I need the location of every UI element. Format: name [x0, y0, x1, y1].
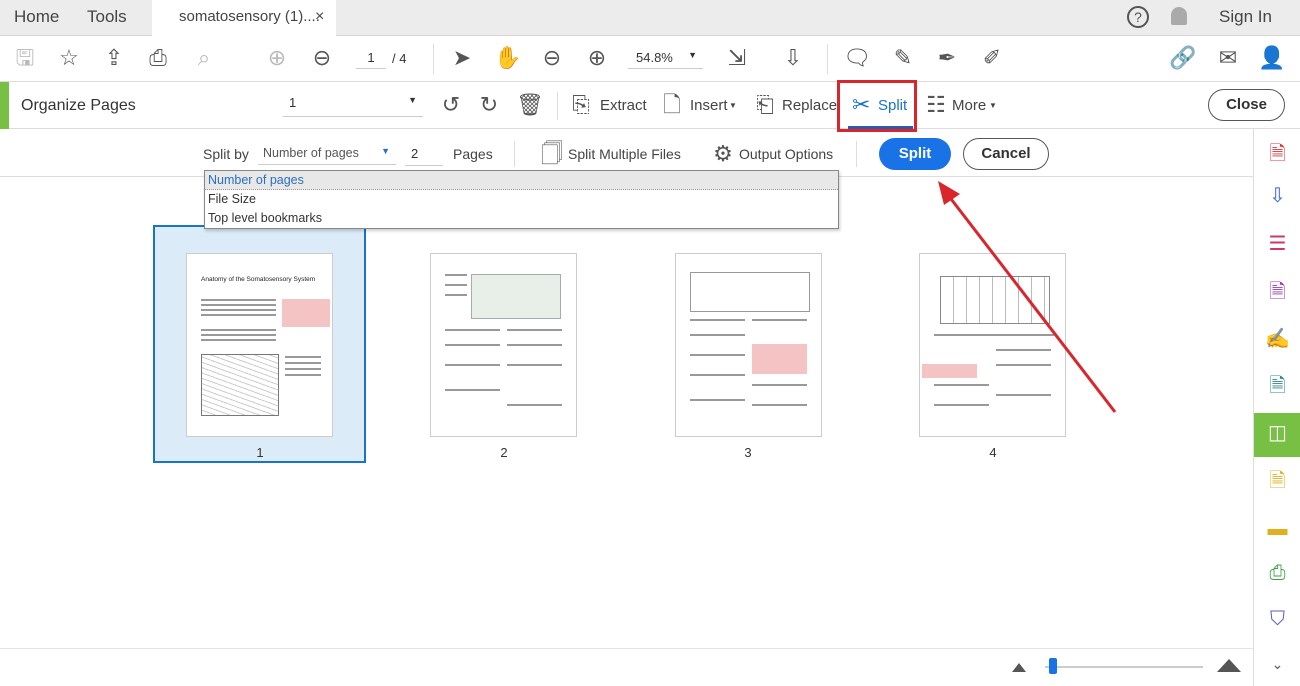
- dropdown-option-number-of-pages[interactable]: Number of pages: [205, 171, 838, 190]
- dropdown-option-top-level-bookmarks[interactable]: Top level bookmarks: [205, 209, 838, 228]
- annotation-arrow: [938, 181, 1117, 413]
- split-by-dropdown-menu: Number of pages File Size Top level book…: [204, 170, 839, 229]
- dropdown-option-file-size[interactable]: File Size: [205, 190, 838, 209]
